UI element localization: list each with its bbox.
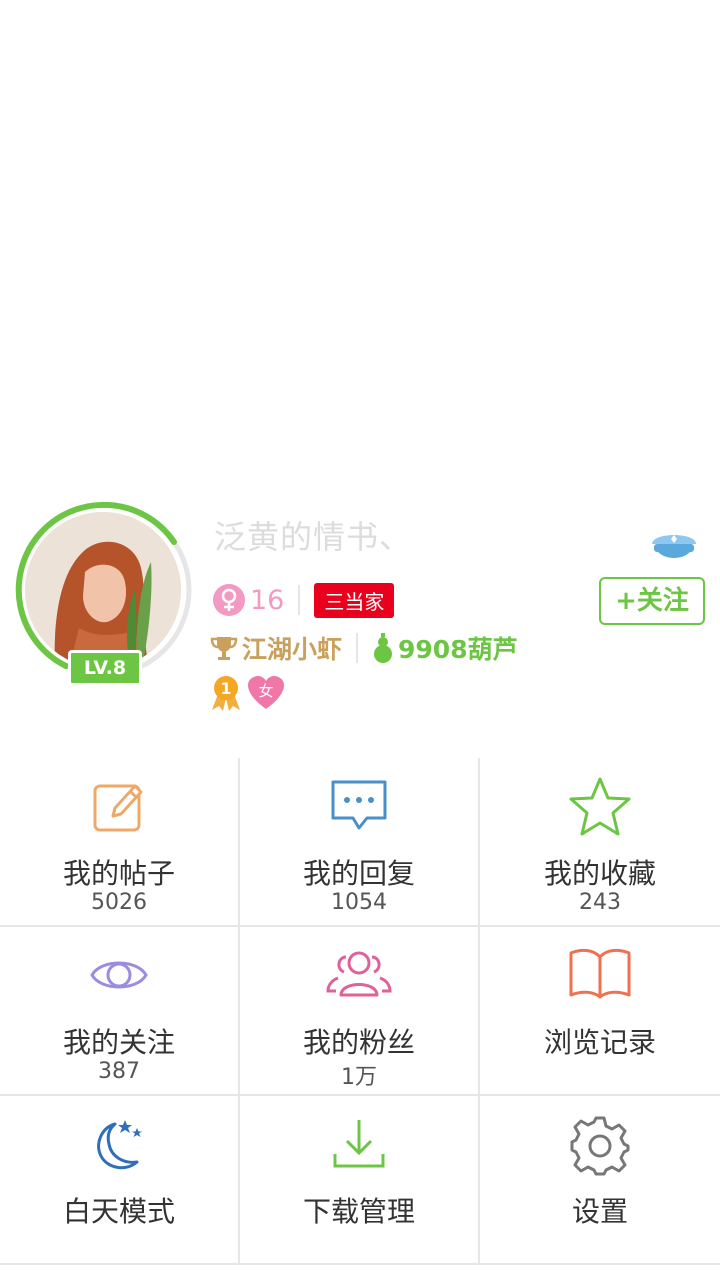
menu-label: 设置	[571, 1195, 628, 1228]
menu-label: 我的关注	[62, 1026, 175, 1059]
heart-badge-text: 女	[258, 682, 273, 700]
chat-bubble-icon	[331, 780, 387, 830]
medal-number: 1	[220, 679, 231, 698]
moon-stars-icon	[97, 1120, 142, 1170]
divider	[298, 585, 301, 615]
menu-label: 下载管理	[302, 1195, 415, 1228]
menu-label: 白天模式	[62, 1195, 175, 1228]
user-meta-row: 16 三当家	[212, 582, 395, 618]
eye-icon	[90, 961, 148, 989]
follow-button[interactable]: +关注	[599, 577, 705, 625]
menu-count: 243	[579, 890, 621, 915]
rank-label: 江湖小虾	[242, 635, 343, 664]
book-icon	[569, 948, 631, 999]
divider	[356, 633, 359, 663]
menu-item-my-favorites[interactable]: 我的收藏 243	[480, 758, 720, 927]
menu-label: 浏览记录	[543, 1026, 656, 1059]
user-stats-row: 江湖小虾 9908葫芦	[210, 630, 518, 666]
profile-header: LV.8 泛黄的情书、 16 三当家 +关注 江湖小虾 9908葫芦 1 女	[0, 490, 720, 730]
menu-grid: 我的帖子 5026 我的回复 1054 我的收藏 243 我的关注 387 我的…	[0, 758, 720, 1266]
star-icon	[569, 777, 631, 836]
menu-item-my-posts[interactable]: 我的帖子 5026	[0, 758, 240, 927]
menu-count: 5026	[91, 890, 147, 915]
age: 16	[250, 584, 285, 616]
menu-count: 1万	[341, 1065, 377, 1090]
title-badge: 三当家	[314, 582, 395, 618]
menu-label: 我的帖子	[62, 857, 175, 890]
avatar-photo	[25, 512, 181, 668]
gourd-icon	[374, 633, 393, 663]
download-icon	[333, 1120, 385, 1168]
police-cap-icon	[652, 535, 696, 558]
gourd-count: 9908葫芦	[398, 635, 518, 664]
menu-label: 我的收藏	[543, 857, 656, 890]
edit-icon	[93, 784, 143, 832]
trophy-icon	[210, 637, 238, 660]
badge-row: 1 女	[208, 674, 286, 712]
users-icon	[326, 951, 392, 997]
heart-badge-icon: 女	[248, 676, 284, 709]
menu-item-my-fans[interactable]: 我的粉丝 1万	[240, 927, 480, 1096]
medal-icon: 1	[212, 676, 240, 711]
avatar[interactable]: LV.8	[14, 500, 194, 686]
menu-label: 我的粉丝	[302, 1026, 415, 1059]
female-icon	[213, 584, 245, 616]
menu-item-history[interactable]: 浏览记录	[480, 927, 720, 1096]
menu-label: 我的回复	[302, 857, 415, 890]
menu-item-day-mode[interactable]: 白天模式	[0, 1096, 240, 1265]
username: 泛黄的情书、	[214, 518, 413, 556]
menu-count: 1054	[331, 890, 387, 915]
level-badge: LV.8	[68, 650, 142, 686]
menu-item-my-following[interactable]: 我的关注 387	[0, 927, 240, 1096]
menu-item-downloads[interactable]: 下载管理	[240, 1096, 480, 1265]
menu-item-my-replies[interactable]: 我的回复 1054	[240, 758, 480, 927]
gear-icon	[570, 1116, 630, 1176]
menu-count: 387	[98, 1059, 140, 1084]
menu-item-settings[interactable]: 设置	[480, 1096, 720, 1265]
